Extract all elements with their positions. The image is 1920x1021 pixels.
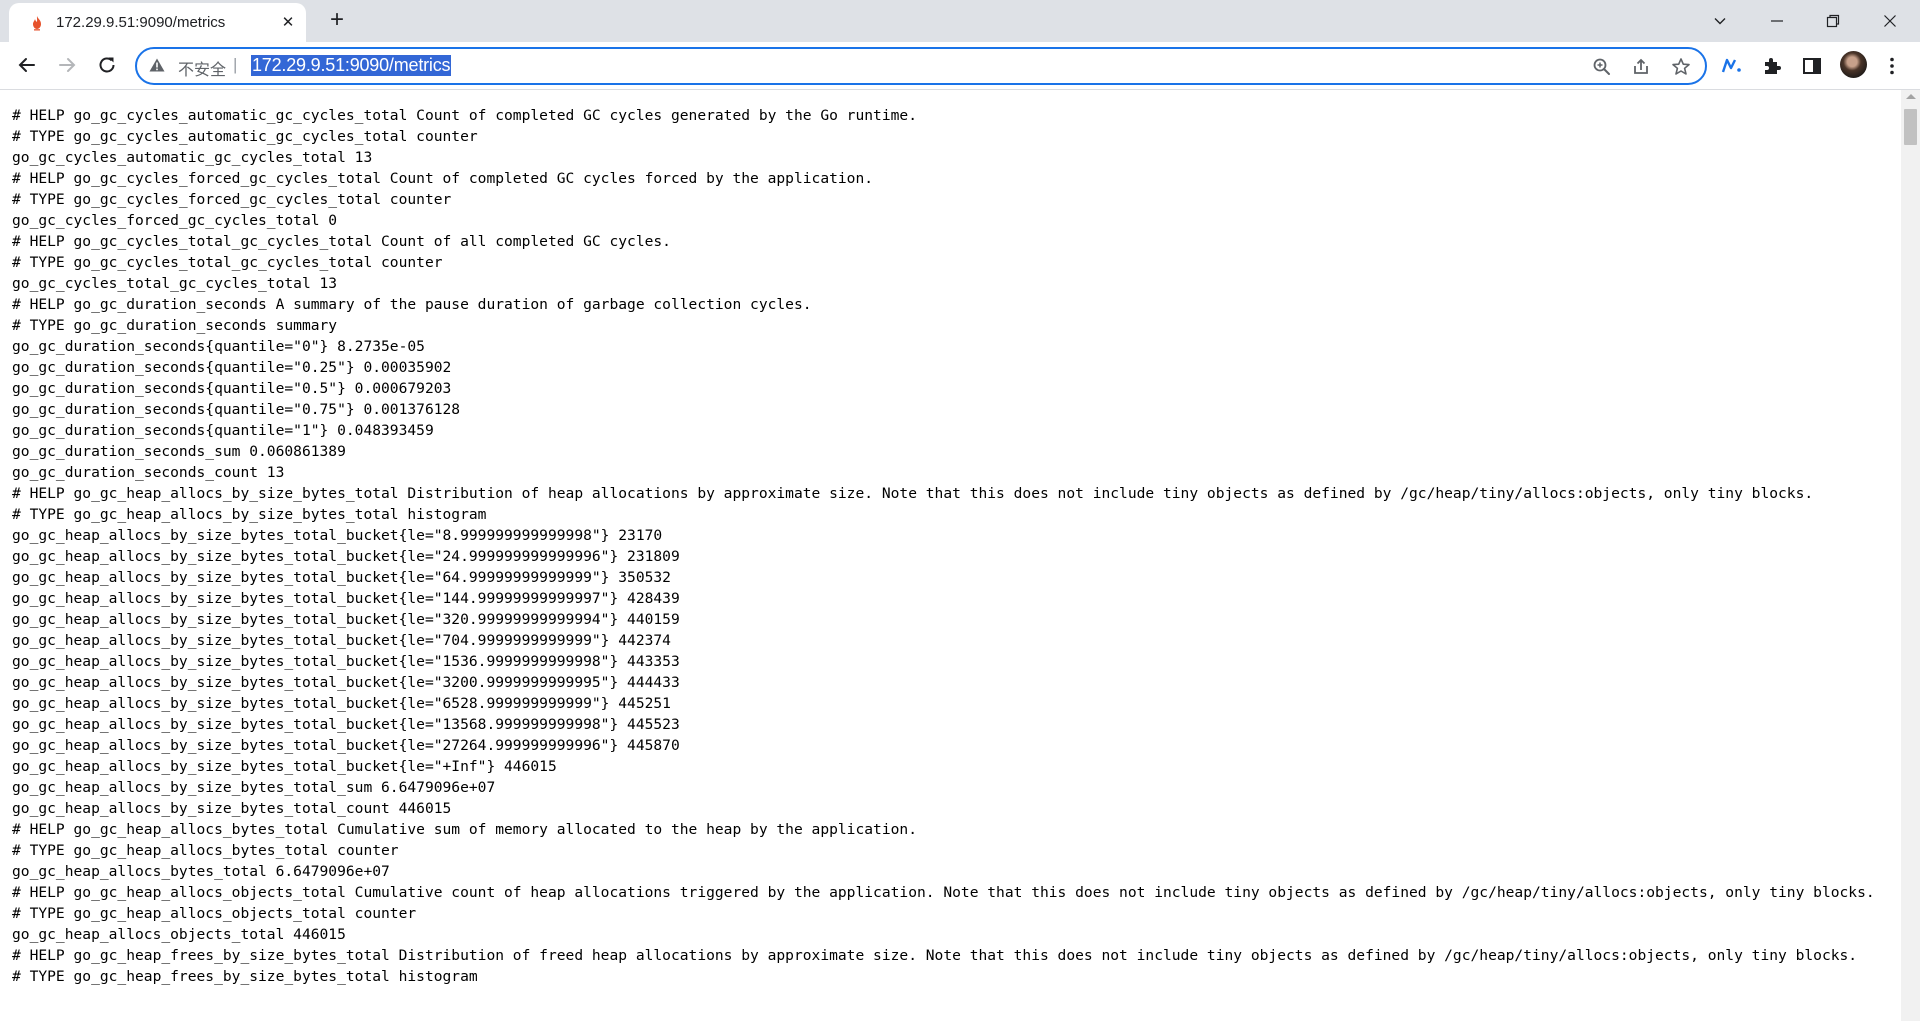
extension-n-icon[interactable] <box>1720 54 1744 78</box>
metric-line: go_gc_heap_allocs_by_size_bytes_total_bu… <box>12 716 680 733</box>
metric-line: go_gc_heap_allocs_by_size_bytes_total_bu… <box>12 737 680 754</box>
metric-line: # TYPE go_gc_heap_allocs_bytes_total cou… <box>12 842 399 859</box>
metric-line: # HELP go_gc_heap_allocs_objects_total C… <box>12 884 1875 901</box>
metric-line: go_gc_heap_allocs_by_size_bytes_total_bu… <box>12 527 663 544</box>
restore-window-icon[interactable] <box>1813 6 1853 36</box>
security-separator: | <box>233 55 238 74</box>
tab-metrics[interactable]: 172.29.9.51:9090/metrics ✕ <box>9 3 306 42</box>
metric-line: go_gc_heap_allocs_by_size_bytes_total_bu… <box>12 758 557 775</box>
metric-line: go_gc_heap_allocs_by_size_bytes_total_bu… <box>12 590 680 607</box>
metric-line: # HELP go_gc_cycles_total_gc_cycles_tota… <box>12 233 671 250</box>
metric-line: go_gc_duration_seconds{quantile="0"} 8.2… <box>12 338 425 355</box>
metric-line: # TYPE go_gc_heap_allocs_objects_total c… <box>12 905 417 922</box>
warning-triangle-icon[interactable] <box>149 58 165 77</box>
minimize-icon[interactable] <box>1757 6 1797 36</box>
vertical-scrollbar[interactable] <box>1901 90 1920 1021</box>
metrics-text: # HELP go_gc_cycles_automatic_gc_cycles_… <box>0 90 1882 987</box>
arrow-right-icon[interactable] <box>55 53 79 77</box>
url-text[interactable]: 172.29.9.51:9090/metrics <box>251 55 452 76</box>
metric-line: go_gc_duration_seconds{quantile="0.75"} … <box>12 401 461 418</box>
close-window-icon[interactable] <box>1870 6 1910 36</box>
metric-line: go_gc_heap_allocs_by_size_bytes_total_bu… <box>12 653 680 670</box>
metric-line: go_gc_heap_allocs_bytes_total 6.6479096e… <box>12 863 390 880</box>
metric-line: go_gc_duration_seconds{quantile="0.25"} … <box>12 359 452 376</box>
puzzle-icon[interactable] <box>1760 54 1784 78</box>
kebab-menu-icon[interactable] <box>1880 54 1904 78</box>
page-content: # HELP go_gc_cycles_automatic_gc_cycles_… <box>0 90 1900 1021</box>
metric-line: # TYPE go_gc_heap_frees_by_size_bytes_to… <box>12 968 478 985</box>
metric-line: # TYPE go_gc_cycles_total_gc_cycles_tota… <box>12 254 443 271</box>
metric-line: go_gc_cycles_forced_gc_cycles_total 0 <box>12 212 338 229</box>
tab-title: 172.29.9.51:9090/metrics <box>56 14 226 31</box>
zoom-icon[interactable] <box>1592 57 1612 77</box>
metric-line: go_gc_heap_allocs_by_size_bytes_total_bu… <box>12 548 680 565</box>
browser-toolbar: 不安全 | 172.29.9.51:9090/metrics <box>0 42 1920 90</box>
metric-line: go_gc_heap_allocs_by_size_bytes_total_su… <box>12 779 496 796</box>
share-icon[interactable] <box>1631 57 1651 77</box>
metric-line: go_gc_duration_seconds_count 13 <box>12 464 285 481</box>
scroll-up-arrow-icon[interactable] <box>1906 94 1916 99</box>
metric-line: # HELP go_gc_cycles_forced_gc_cycles_tot… <box>12 170 874 187</box>
metric-line: # TYPE go_gc_heap_allocs_by_size_bytes_t… <box>12 506 487 523</box>
metric-line: # HELP go_gc_cycles_automatic_gc_cycles_… <box>12 107 917 124</box>
metric-line: go_gc_heap_allocs_objects_total 446015 <box>12 926 346 943</box>
metric-line: go_gc_heap_allocs_by_size_bytes_total_bu… <box>12 632 671 649</box>
metric-line: # HELP go_gc_heap_allocs_bytes_total Cum… <box>12 821 917 838</box>
tab-strip: 172.29.9.51:9090/metrics ✕ + <box>0 0 1920 42</box>
metric-line: # TYPE go_gc_cycles_automatic_gc_cycles_… <box>12 128 478 145</box>
metric-line: go_gc_cycles_total_gc_cycles_total 13 <box>12 275 338 292</box>
profile-avatar[interactable] <box>1840 51 1867 78</box>
metric-line: go_gc_cycles_automatic_gc_cycles_total 1… <box>12 149 373 166</box>
reload-icon[interactable] <box>95 53 119 77</box>
metric-line: go_gc_duration_seconds_sum 0.060861389 <box>12 443 346 460</box>
security-status-label[interactable]: 不安全 <box>178 56 226 80</box>
metric-line: # HELP go_gc_heap_allocs_by_size_bytes_t… <box>12 485 1814 502</box>
metric-line: # TYPE go_gc_duration_seconds summary <box>12 317 338 334</box>
new-tab-plus-icon[interactable]: + <box>326 8 348 32</box>
metric-line: # TYPE go_gc_cycles_forced_gc_cycles_tot… <box>12 191 452 208</box>
scrollbar-thumb[interactable] <box>1904 109 1917 145</box>
star-icon[interactable] <box>1671 57 1691 77</box>
metric-line: go_gc_heap_allocs_by_size_bytes_total_bu… <box>12 674 680 691</box>
close-icon[interactable]: ✕ <box>279 14 297 32</box>
metric-line: go_gc_heap_allocs_by_size_bytes_total_co… <box>12 800 452 817</box>
metric-line: # HELP go_gc_duration_seconds A summary … <box>12 296 812 313</box>
prometheus-flame-icon <box>29 15 45 31</box>
metric-line: go_gc_duration_seconds{quantile="0.5"} 0… <box>12 380 452 397</box>
arrow-left-icon[interactable] <box>15 53 39 77</box>
metric-line: go_gc_heap_allocs_by_size_bytes_total_bu… <box>12 569 671 586</box>
metric-line: go_gc_duration_seconds{quantile="1"} 0.0… <box>12 422 434 439</box>
side-panel-icon[interactable] <box>1800 54 1824 78</box>
metric-line: go_gc_heap_allocs_by_size_bytes_total_bu… <box>12 611 680 628</box>
address-bar[interactable]: 不安全 | 172.29.9.51:9090/metrics <box>135 47 1707 85</box>
metric-line: go_gc_heap_allocs_by_size_bytes_total_bu… <box>12 695 671 712</box>
tab-search-chevron-down-icon[interactable] <box>1700 6 1740 36</box>
metric-line: # HELP go_gc_heap_frees_by_size_bytes_to… <box>12 947 1858 964</box>
